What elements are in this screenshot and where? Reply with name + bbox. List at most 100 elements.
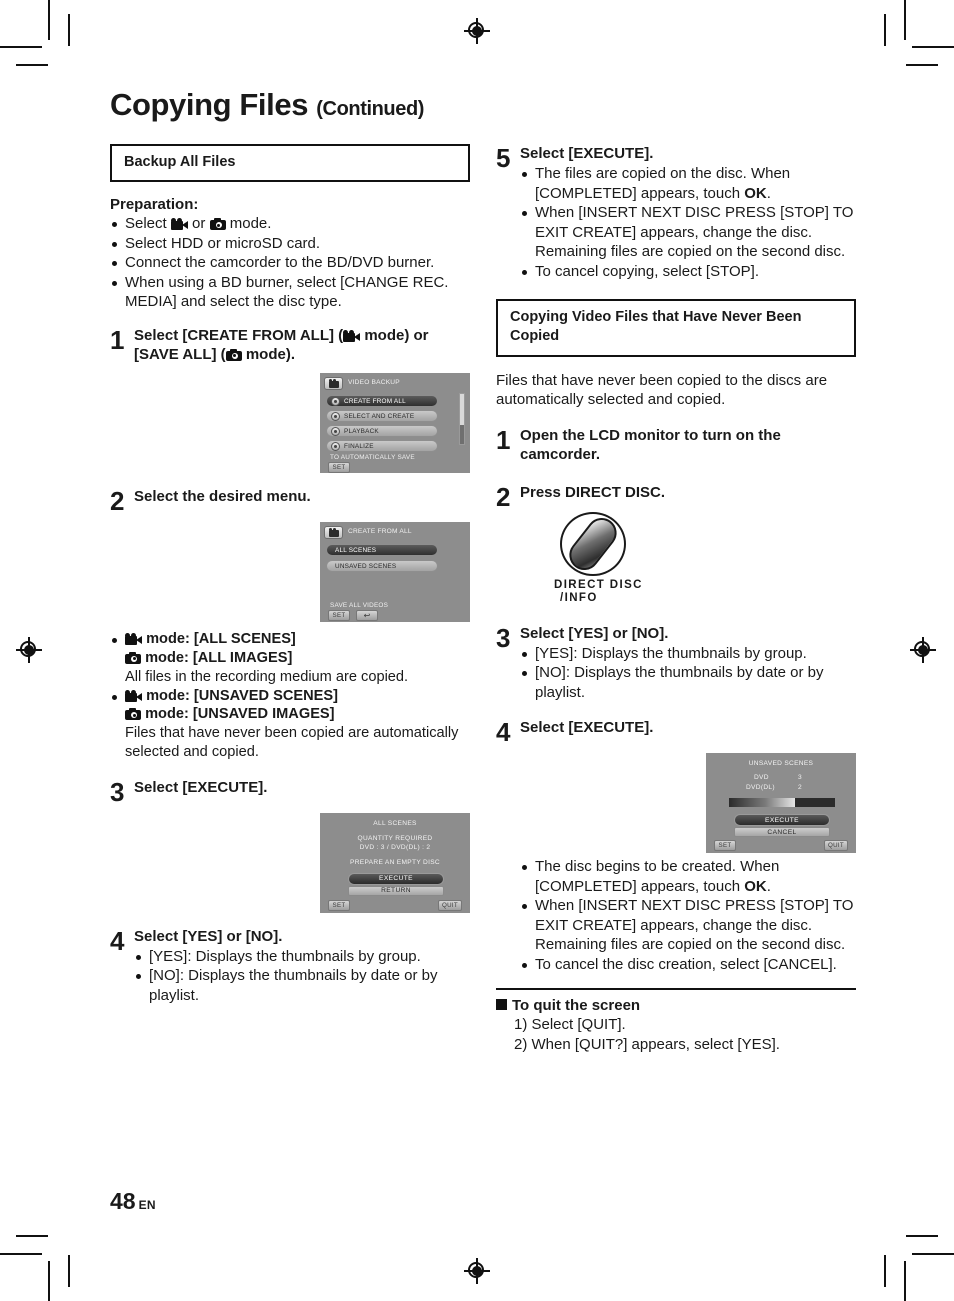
lcd-screenshot-video-backup-wrap: VIDEO BACKUP CREATE FROM ALL SELECT AND … (110, 373, 470, 474)
step-4-right-heading: Select [EXECUTE]. (520, 719, 654, 737)
mode-note-all-desc: All files in the recording medium are co… (125, 668, 409, 685)
quit-screen-heading: To quit the screen (496, 997, 856, 1014)
lcd-hint-text: TO AUTOMATICALLY SAVE (330, 454, 415, 462)
step-4-right-bullet-created: The disc begins to be created. When [COM… (520, 857, 856, 896)
lcd-title-label: ALL SCENES (373, 819, 417, 827)
step-2-body: Select the desired menu. (134, 487, 470, 514)
crop-mark-bottom-left-inner-horizontal (16, 1235, 48, 1237)
section-header-label: Copying Video Files that Have Never Been… (510, 309, 802, 345)
lcd-menu-row-playback[interactable]: PLAYBACK (326, 425, 438, 438)
step-4-bullet-yes: [YES]: Displays the thumbnails by group. (134, 947, 470, 967)
mode-note-unsaved-video: mode: [UNSAVED SCENES] (146, 687, 338, 704)
step-4-right-bullets: The disc begins to be created. When [COM… (496, 857, 856, 974)
step-4-bullets: [YES]: Displays the thumbnails by group.… (134, 947, 470, 1006)
page-locale: EN (138, 1198, 156, 1212)
step-5-bullet-cancel: To cancel copying, select [STOP]. (520, 262, 856, 282)
step-4-right-bullet-insert-next: When [INSERT NEXT DISC PRESS [STOP] TO E… (520, 896, 856, 955)
step-3-body: Select [EXECUTE]. (134, 778, 470, 805)
lcd-set-button[interactable]: SET (328, 610, 350, 622)
step-5-bullet-copied-end: . (766, 184, 771, 202)
lcd-title-label: CREATE FROM ALL (348, 528, 412, 536)
lcd-screenshot-unsaved-scenes-quantity: UNSAVED SCENES DVD 3 DVD(DL) 2 EXECUTE C… (706, 753, 856, 854)
page-footer: 48 EN (110, 1188, 156, 1215)
lcd-menu-row-select-and-create[interactable]: SELECT AND CREATE (326, 410, 438, 423)
step-1-body: Select [CREATE FROM ALL] ( mode) or [SAV… (134, 326, 470, 365)
lcd-scrollbar[interactable] (459, 393, 465, 446)
step-1-right-body: Open the LCD monitor to turn on the camc… (520, 426, 856, 465)
lcd-menu-row-create-from-all[interactable]: CREATE FROM ALL (326, 395, 438, 408)
lcd-menu-row-finalize[interactable]: FINALIZE (326, 440, 438, 453)
lcd-back-button[interactable]: ↩ (356, 610, 378, 622)
step-1-right: 1 Open the LCD monitor to turn on the ca… (496, 426, 856, 465)
lcd-quantity-required-label: QUANTITY REQUIRED (357, 834, 433, 842)
step-2-right: 2 Press DIRECT DISC. DIRECT DISC /INFO (496, 483, 856, 610)
crop-mark-bottom-right-inner-horizontal (906, 1235, 938, 1237)
step-1-left: 1 Select [CREATE FROM ALL] ( mode) or [S… (110, 326, 470, 365)
preparation-item-bd-burner: When using a BD burner, select [CHANGE R… (110, 273, 470, 312)
quit-screen-steps: 1) Select [QUIT]. 2) When [QUIT?] appear… (496, 1015, 856, 1054)
lcd-set-button[interactable]: SET (328, 462, 350, 474)
step-5-body: Select [EXECUTE]. The files are copied o… (520, 144, 856, 281)
lcd-cancel-button[interactable]: CANCEL (734, 827, 830, 838)
crop-mark-top-right-inner-vertical (884, 14, 886, 46)
crop-mark-top-left-inner-vertical (68, 14, 70, 46)
disc-icon (331, 396, 340, 406)
lcd-menu-row-all-scenes[interactable]: ALL SCENES (326, 544, 438, 557)
lcd-title-label: VIDEO BACKUP (348, 379, 400, 387)
two-column-layout: Backup All Files Preparation: Select or … (110, 144, 856, 1054)
video-backup-icon (324, 377, 343, 391)
step-5-bullet-copied: The files are copied on the disc. When [… (520, 164, 856, 203)
lcd-quit-button[interactable]: QUIT (824, 840, 848, 852)
lcd-execute-button[interactable]: EXECUTE (348, 872, 444, 885)
crop-mark-bottom-left-horizontal (0, 1253, 42, 1255)
direct-disc-capsule-shape (563, 512, 623, 577)
page-number: 48 (110, 1188, 136, 1214)
lcd-dvd-label: DVD (754, 774, 769, 782)
lcd-menu-row-label: SELECT AND CREATE (344, 412, 415, 420)
step-5-number: 5 (496, 143, 511, 174)
registration-mark-left-center (16, 637, 42, 663)
step-5-right: 5 Select [EXECUTE]. The files are copied… (496, 144, 856, 281)
mode-note-all: mode: [ALL SCENES] mode: [ALL IMAGES] Al… (110, 630, 470, 686)
lcd-titlebar: CREATE FROM ALL (324, 526, 466, 540)
direct-disc-label-line2: /INFO (560, 592, 598, 605)
square-bullet-icon (496, 999, 507, 1011)
step-4-right-bullet-cancel: To cancel the disc creation, select [CAN… (520, 955, 856, 975)
mode-note-all-video: mode: [ALL SCENES] (146, 631, 296, 648)
lcd-quit-button[interactable]: QUIT (438, 899, 462, 911)
crop-mark-bottom-right-inner-vertical (884, 1255, 886, 1287)
step-4-right: 4 Select [EXECUTE]. (496, 718, 856, 745)
direct-disc-label-line1: DIRECT DISC (554, 579, 643, 592)
step-4-heading: Select [YES] or [NO]. (134, 927, 283, 945)
step-3-right-bullet-yes: [YES]: Displays the thumbnails by group. (520, 644, 856, 664)
preparation-item-mode-mid: or (192, 215, 206, 233)
step-4-body: Select [YES] or [NO]. [YES]: Displays th… (134, 927, 470, 1006)
step-3-right-body: Select [YES] or [NO]. [YES]: Displays th… (520, 624, 856, 703)
preparation-item-connect: Connect the camcorder to the BD/DVD burn… (110, 253, 470, 273)
step-3-heading: Select [EXECUTE]. (134, 778, 268, 796)
lcd-title-label: UNSAVED SCENES (748, 760, 814, 768)
step-5-heading: Select [EXECUTE]. (520, 145, 654, 163)
lcd-set-button[interactable]: SET (328, 899, 350, 911)
step-4-right-number: 4 (496, 717, 511, 748)
page-title: Copying Files (Continued) (110, 87, 856, 122)
preparation-item-mode: Select or mode. (110, 214, 470, 234)
crop-mark-top-left-inner-horizontal (16, 64, 48, 66)
lcd-return-button[interactable]: RETURN (348, 885, 444, 896)
lcd-hint-text: SAVE ALL VIDEOS (330, 602, 389, 610)
lcd-prepare-disc-label: PREPARE AN EMPTY DISC (350, 858, 440, 866)
step-3-right-number: 3 (496, 622, 511, 653)
preparation-title: Preparation: (110, 196, 199, 214)
step-1-heading-part1: Select [CREATE FROM ALL] ( (134, 326, 344, 344)
direct-disc-button-illustration: DIRECT DISC /INFO (554, 512, 664, 605)
disc-icon (331, 441, 340, 451)
lcd-execute-button[interactable]: EXECUTE (734, 814, 830, 827)
step-2-right-heading: Press DIRECT DISC. (520, 483, 666, 501)
photo-mode-icon (125, 708, 141, 721)
lcd-menu-row-unsaved-scenes[interactable]: UNSAVED SCENES (326, 560, 438, 573)
quit-step-1: 1) Select [QUIT]. (514, 1016, 626, 1034)
step-4-number: 4 (110, 925, 125, 956)
lcd-set-button[interactable]: SET (714, 840, 736, 852)
page-title-main: Copying Files (110, 87, 309, 122)
crop-mark-top-right-vertical (904, 0, 906, 40)
